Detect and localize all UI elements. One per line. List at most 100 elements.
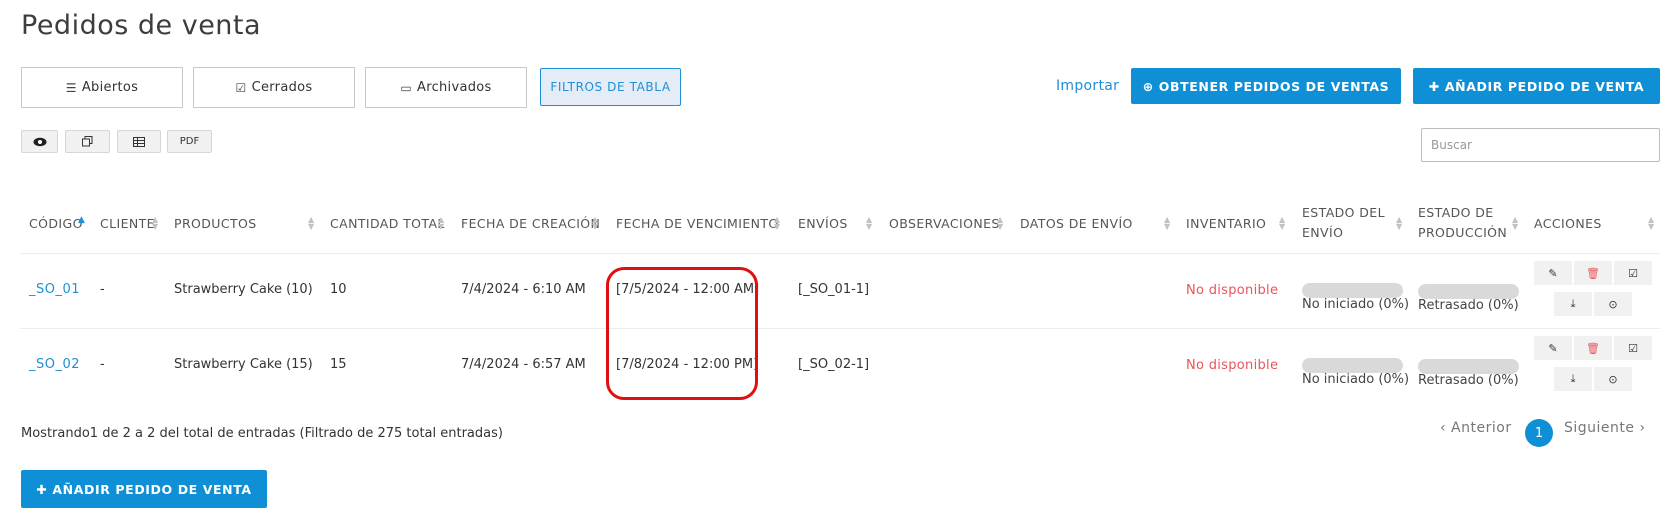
sort-icon[interactable]: ▲ ▼	[308, 216, 314, 231]
sort-icon[interactable]: ▲ ▼	[438, 216, 444, 231]
check-square-icon: ☑	[235, 80, 247, 95]
table-filters-button[interactable]: FILTROS DE TABLA	[540, 68, 681, 106]
col-header-observaciones[interactable]: OBSERVACIONES	[889, 214, 1000, 234]
quantity-cell: 15	[330, 357, 347, 372]
shipments-cell: [_SO_02-1]	[798, 357, 870, 372]
plus-icon: ✚	[1428, 78, 1440, 94]
close-order-icon[interactable]: ☑	[1614, 261, 1652, 285]
order-code-link[interactable]: _SO_01	[29, 281, 80, 299]
archive-icon: ▭	[400, 80, 413, 95]
col-header-codigo[interactable]: CÓDIGO	[29, 214, 83, 234]
shipment-progress-bar	[1302, 358, 1403, 373]
inventory-status: No disponible	[1186, 358, 1279, 373]
download-icon[interactable]: ⤓	[1554, 367, 1592, 391]
next-page-link[interactable]: Siguiente ›	[1564, 420, 1646, 436]
download-circle-icon: ⊕	[1142, 78, 1154, 94]
created-date-cell: 7/4/2024 - 6:57 AM	[461, 357, 586, 372]
add-sales-order-bottom-button[interactable]: ✚ AÑADIR PEDIDO DE VENTA	[21, 470, 267, 508]
sort-icon[interactable]: ▲ ▼	[774, 216, 780, 231]
tab-archivados-label: Archivados	[417, 80, 492, 95]
tab-cerrados-label: Cerrados	[251, 80, 313, 95]
shipment-status-label: No iniciado (0%)	[1302, 372, 1410, 387]
edit-icon[interactable]: ✎	[1534, 261, 1572, 285]
edit-icon[interactable]: ✎	[1534, 336, 1572, 360]
client-cell: -	[100, 282, 105, 297]
tab-archivados[interactable]: ▭ Archivados	[365, 67, 527, 108]
sort-icon[interactable]: ▲ ▼	[592, 216, 598, 231]
sort-icon[interactable]: ▲ ▼	[1396, 216, 1402, 231]
page-number-button[interactable]: 1	[1525, 419, 1553, 447]
col-header-acciones: ACCIONES	[1534, 216, 1602, 231]
sort-icon[interactable]: ▲ ▼	[866, 216, 872, 231]
production-status-label: Retrasado (0%)	[1418, 373, 1519, 388]
shipments-cell: [_SO_01-1]	[798, 282, 870, 297]
production-progress-bar	[1418, 359, 1519, 374]
add-sales-order-button[interactable]: ✚ AÑADIR PEDIDO DE VENTA	[1413, 68, 1660, 104]
column-visibility-button[interactable]	[21, 130, 58, 153]
col-header-inventario[interactable]: INVENTARIO	[1186, 214, 1266, 234]
due-date-highlight	[606, 267, 758, 400]
inventory-status: No disponible	[1186, 283, 1279, 298]
add-sales-order-label: AÑADIR PEDIDO DE VENTA	[1444, 78, 1645, 94]
table-summary: Mostrando1 de 2 a 2 del total de entrada…	[21, 426, 503, 441]
col-header-cliente[interactable]: CLIENTE	[100, 214, 155, 234]
shipment-progress-bar	[1302, 283, 1403, 298]
col-header-estado-prod-line2: PRODUCCIÓN	[1418, 225, 1508, 240]
shipment-status-label: No iniciado (0%)	[1302, 297, 1410, 312]
previous-page-link[interactable]: ‹ Anterior	[1440, 420, 1512, 436]
history-icon[interactable]: ⊙	[1594, 292, 1632, 316]
table-divider	[20, 253, 1660, 254]
col-header-estado-envio-line1: ESTADO DEL	[1302, 205, 1385, 220]
delete-icon[interactable]: 🗑	[1574, 336, 1612, 360]
products-cell: Strawberry Cake (15)	[174, 357, 313, 372]
col-header-estado-prod-line1: ESTADO DE	[1418, 205, 1494, 220]
sort-icon[interactable]: ▲ ▼	[152, 216, 158, 231]
sort-icon[interactable]: ▲ ▼	[1164, 216, 1170, 231]
sort-icon[interactable]: ▲ ▼	[997, 216, 1003, 231]
sort-icon[interactable]: ▲ ▼	[1279, 216, 1285, 231]
close-order-icon[interactable]: ☑	[1614, 336, 1652, 360]
col-header-cantidad[interactable]: CANTIDAD TOTAL	[330, 214, 445, 234]
eye-icon	[33, 137, 46, 146]
page-title: Pedidos de venta	[21, 10, 262, 41]
col-header-productos[interactable]: PRODUCTOS	[174, 214, 257, 234]
products-cell: Strawberry Cake (10)	[174, 282, 313, 297]
sort-asc-icon[interactable]: ▲	[78, 215, 85, 225]
tab-abiertos[interactable]: ☰ Abiertos	[21, 67, 183, 108]
client-cell: -	[100, 357, 105, 372]
search-input[interactable]	[1421, 128, 1660, 162]
row-actions: ✎ 🗑 ☑ ⤓ ⊙	[1534, 336, 1652, 394]
tab-abiertos-label: Abiertos	[81, 80, 139, 95]
production-status-label: Retrasado (0%)	[1418, 298, 1519, 313]
tab-cerrados[interactable]: ☑ Cerrados	[193, 67, 355, 108]
delete-icon[interactable]: 🗑	[1574, 261, 1612, 285]
copy-button[interactable]	[65, 130, 110, 153]
order-code-link[interactable]: _SO_02	[29, 356, 80, 374]
table-icon	[133, 136, 145, 147]
production-progress-bar	[1418, 284, 1519, 299]
add-sales-order-bottom-label: AÑADIR PEDIDO DE VENTA	[52, 481, 252, 497]
obtain-sales-orders-button[interactable]: ⊕ OBTENER PEDIDOS DE VENTAS	[1131, 68, 1401, 104]
excel-export-button[interactable]	[117, 130, 161, 153]
quantity-cell: 10	[330, 282, 347, 297]
list-icon: ☰	[65, 80, 77, 95]
created-date-cell: 7/4/2024 - 6:10 AM	[461, 282, 586, 297]
col-header-estado-envio[interactable]: ESTADO DEL ENVÍO	[1302, 203, 1385, 243]
history-icon[interactable]: ⊙	[1594, 367, 1632, 391]
copy-icon	[82, 136, 93, 147]
import-link[interactable]: Importar	[1056, 78, 1119, 94]
sort-icon[interactable]: ▲ ▼	[1512, 216, 1518, 231]
col-header-vencimiento[interactable]: FECHA DE VENCIMIENTO	[616, 214, 779, 234]
row-actions: ✎ 🗑 ☑ ⤓ ⊙	[1534, 261, 1652, 319]
sort-icon[interactable]: ▲ ▼	[1648, 216, 1654, 231]
col-header-estado-produccion[interactable]: ESTADO DE PRODUCCIÓN	[1418, 203, 1507, 243]
pdf-export-button[interactable]: PDF	[167, 130, 212, 153]
col-header-envios[interactable]: ENVÍOS	[798, 214, 848, 234]
col-header-datos-envio[interactable]: DATOS DE ENVÍO	[1020, 214, 1133, 234]
col-header-estado-envio-line2: ENVÍO	[1302, 225, 1344, 240]
obtain-sales-orders-label: OBTENER PEDIDOS DE VENTAS	[1158, 78, 1390, 94]
download-icon[interactable]: ⤓	[1554, 292, 1592, 316]
row-divider	[20, 328, 1660, 329]
col-header-creacion[interactable]: FECHA DE CREACIÓN	[461, 214, 600, 234]
plus-icon: ✚	[36, 481, 48, 497]
